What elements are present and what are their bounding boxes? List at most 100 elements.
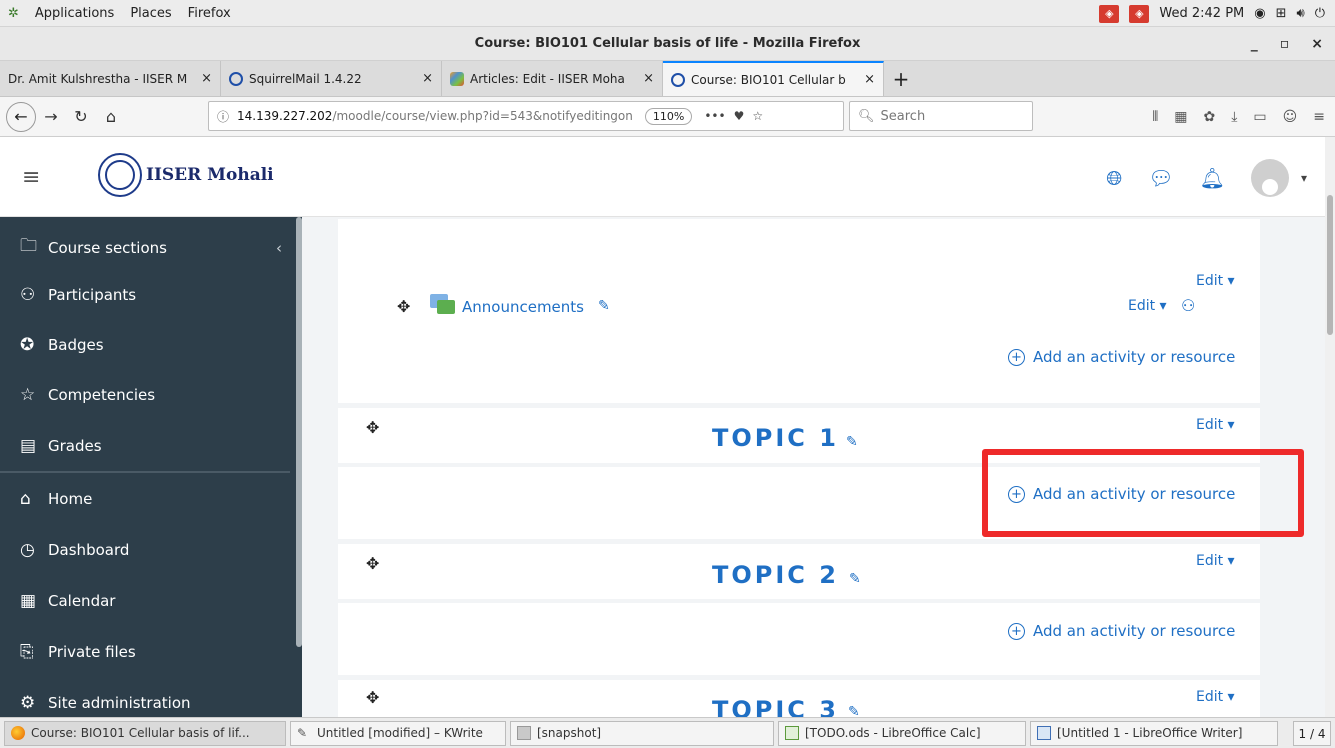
notifications-bell-icon[interactable]: 🔔︎: [1200, 166, 1225, 190]
edit-title-pencil-icon[interactable]: ✎: [848, 704, 860, 717]
info-icon[interactable]: ⓘ: [217, 108, 229, 125]
close-tab-icon[interactable]: ×: [864, 72, 875, 87]
sidebar-item-course-sections[interactable]: 🗀︎ Course sections ‹: [20, 233, 282, 262]
announcements-link[interactable]: Announcements: [462, 298, 584, 316]
bookmark-star-icon[interactable]: ☆: [752, 109, 763, 123]
dashboard-icon: ◷: [20, 540, 35, 560]
task-label: [Untitled 1 - LibreOffice Writer]: [1057, 726, 1243, 740]
section-edit-menu[interactable]: Edit ▾: [1196, 689, 1235, 705]
forward-button[interactable]: →: [36, 107, 66, 126]
reload-button[interactable]: ↻: [66, 107, 96, 126]
topic-1-title[interactable]: TOPIC 1: [712, 424, 839, 452]
kwrite-icon: ✎: [297, 726, 308, 740]
sidebar-item-label: Participants: [48, 286, 137, 304]
sidebar-icon[interactable]: ▭: [1253, 109, 1266, 125]
activity-edit-menu[interactable]: Edit ▾: [1128, 298, 1167, 314]
sidebar-item-competencies[interactable]: ☆ Competencies: [20, 385, 155, 405]
sidebar-item-calendar[interactable]: ▦ Calendar: [20, 591, 115, 611]
search-placeholder: Search: [880, 108, 926, 124]
power-icon[interactable]: ⏻: [1315, 6, 1325, 21]
move-icon[interactable]: ✥: [366, 688, 379, 707]
sidebar-item-participants[interactable]: ⚇ Participants: [20, 285, 136, 305]
move-icon[interactable]: ✥: [397, 297, 410, 316]
search-input[interactable]: 🔍︎ Search: [849, 101, 1033, 131]
sidebar-item-grades[interactable]: ▤ Grades: [20, 436, 102, 456]
firefox-menu[interactable]: Firefox: [188, 6, 231, 21]
joomla-favicon-icon: [450, 71, 464, 86]
section-edit-menu[interactable]: Edit ▾: [1196, 553, 1235, 569]
reader-icon[interactable]: ▦: [1174, 109, 1187, 125]
edit-title-pencil-icon[interactable]: ✎: [598, 298, 610, 314]
task-firefox[interactable]: Course: BIO101 Cellular basis of lif...: [4, 720, 286, 746]
page-scrollbar[interactable]: [1325, 137, 1335, 717]
anydesk-icon[interactable]: ◈: [1099, 4, 1120, 23]
collapse-chevron-icon[interactable]: ‹: [276, 239, 282, 257]
new-tab-button[interactable]: +: [884, 61, 918, 96]
applications-menu[interactable]: Applications: [35, 6, 114, 21]
url-bar[interactable]: ⓘ 14.139.227.202 /moodle/course/view.php…: [208, 101, 844, 131]
moodle-favicon-icon: [229, 71, 243, 86]
sidebar-item-site-administration[interactable]: ⚙ Site administration: [20, 693, 191, 713]
messages-icon[interactable]: 💬︎: [1148, 166, 1173, 190]
hamburger-menu-icon[interactable]: ≡: [1313, 109, 1325, 125]
close-window-button[interactable]: ×: [1311, 36, 1323, 52]
close-tab-icon[interactable]: ×: [201, 71, 212, 86]
task-label: Untitled [modified] – KWrite: [317, 726, 483, 740]
minimize-button[interactable]: _: [1251, 36, 1258, 52]
account-icon[interactable]: ☺: [1283, 109, 1298, 125]
sidebar-item-label: Private files: [48, 643, 136, 661]
clock[interactable]: Wed 2:42 PM: [1159, 6, 1244, 21]
topic-3-title[interactable]: TOPIC 3: [712, 696, 839, 717]
section-edit-menu[interactable]: Edit ▾: [1196, 417, 1235, 433]
sidebar-item-label: Competencies: [48, 386, 156, 404]
sidebar-item-badges[interactable]: ✪ Badges: [20, 335, 104, 355]
language-globe-icon[interactable]: 🌐︎: [1106, 166, 1122, 190]
network-icon[interactable]: ⊞: [1276, 6, 1287, 21]
section-edit-menu[interactable]: Edit ▾: [1196, 273, 1235, 289]
extension-icon[interactable]: ✿: [1203, 109, 1215, 125]
task-calc[interactable]: [TODO.ods - LibreOffice Calc]: [778, 720, 1026, 746]
close-tab-icon[interactable]: ×: [422, 71, 433, 86]
workspace-pager[interactable]: 1 / 4: [1293, 721, 1331, 746]
drawer-toggle-icon[interactable]: ≡: [22, 165, 40, 190]
move-icon[interactable]: ✥: [366, 418, 379, 437]
user-menu-chevron-down-icon[interactable]: ▾: [1301, 171, 1307, 185]
scrollbar-thumb[interactable]: [1327, 195, 1333, 335]
task-snapshot[interactable]: [snapshot]: [510, 720, 774, 746]
task-writer[interactable]: [Untitled 1 - LibreOffice Writer]: [1030, 720, 1278, 746]
tab-articles[interactable]: Articles: Edit - IISER Moha ×: [442, 61, 663, 96]
volume-icon[interactable]: 🔊︎: [1297, 6, 1305, 21]
site-logo[interactable]: IISER Mohali: [98, 153, 274, 197]
home-button[interactable]: ⌂: [96, 107, 126, 126]
add-activity-button[interactable]: + Add an activity or resource: [1008, 348, 1235, 366]
close-tab-icon[interactable]: ×: [643, 71, 654, 86]
task-kwrite[interactable]: ✎ Untitled [modified] – KWrite: [290, 720, 506, 746]
move-icon[interactable]: ✥: [366, 554, 379, 573]
download-icon[interactable]: ⤓: [1231, 109, 1237, 125]
edit-title-pencil-icon[interactable]: ✎: [846, 434, 858, 450]
edit-title-pencil-icon[interactable]: ✎: [849, 571, 861, 587]
record-icon[interactable]: ◉: [1254, 6, 1265, 21]
add-activity-button[interactable]: + Add an activity or resource: [1008, 622, 1235, 640]
tab-course[interactable]: Course: BIO101 Cellular b ×: [663, 61, 884, 96]
sidebar-item-dashboard[interactable]: ◷ Dashboard: [20, 540, 129, 560]
sidebar-item-label: Course sections: [48, 238, 167, 257]
task-label: Course: BIO101 Cellular basis of lif...: [31, 726, 250, 740]
zoom-indicator[interactable]: 110%: [644, 107, 693, 125]
avatar[interactable]: [1250, 159, 1289, 197]
library-icon[interactable]: ⫴: [1152, 109, 1158, 125]
topic-2-title[interactable]: TOPIC 2: [712, 561, 839, 589]
assign-roles-user-icon[interactable]: ⚇: [1181, 296, 1195, 315]
applications-icon[interactable]: ✲: [8, 6, 19, 21]
maximize-button[interactable]: ▫: [1280, 36, 1290, 52]
tab-squirrelmail[interactable]: SquirrelMail 1.4.22 ×: [221, 61, 442, 96]
task-label: [TODO.ods - LibreOffice Calc]: [805, 726, 981, 740]
page-actions-button[interactable]: •••: [704, 109, 725, 123]
anydesk-icon-2[interactable]: ◈: [1129, 4, 1150, 23]
back-button[interactable]: ←: [6, 101, 36, 132]
sidebar-item-home[interactable]: ⌂ Home: [20, 489, 92, 509]
places-menu[interactable]: Places: [130, 6, 171, 21]
tab-amit[interactable]: Dr. Amit Kulshrestha - IISER M ×: [0, 61, 221, 96]
pocket-icon[interactable]: ♥: [734, 109, 745, 123]
sidebar-item-private-files[interactable]: ⎘ Private files: [20, 642, 136, 662]
